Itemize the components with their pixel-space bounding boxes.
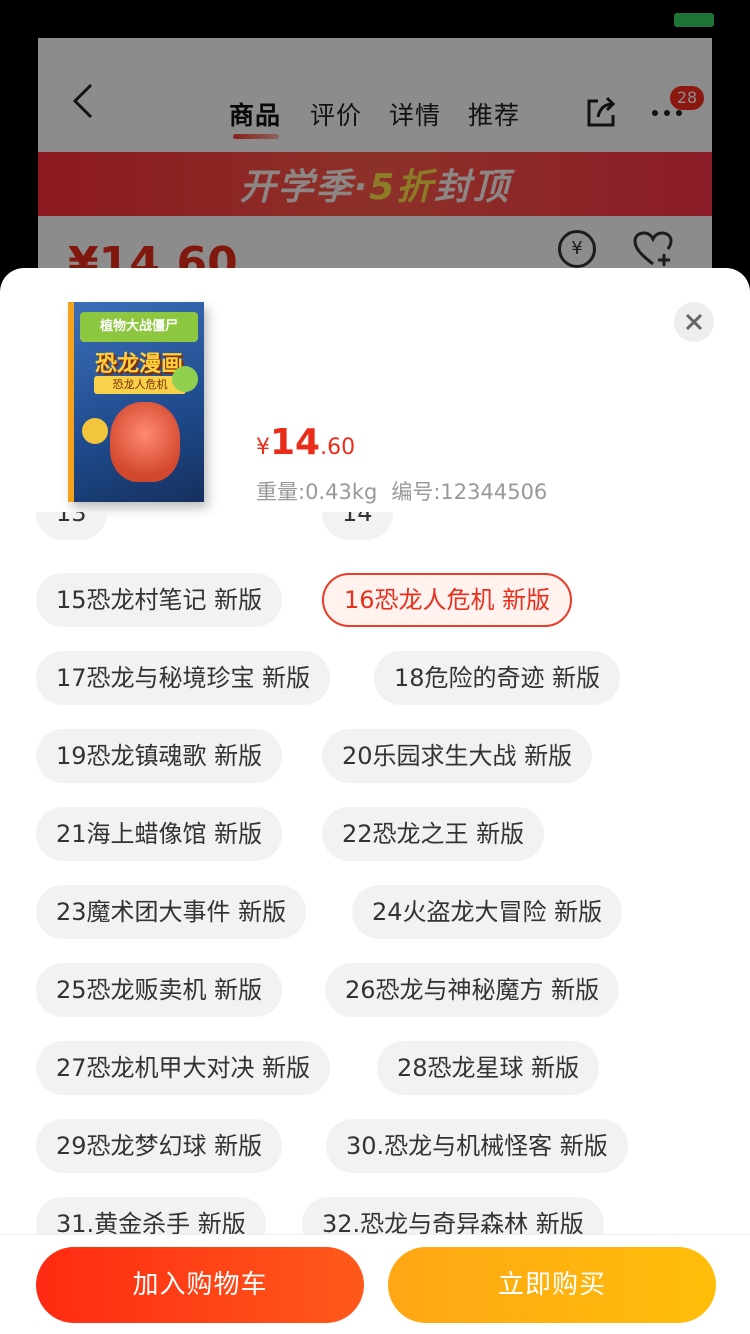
option-chip-27[interactable]: 27恐龙机甲大对决 新版: [36, 1041, 331, 1095]
add-to-cart-button[interactable]: 加入购物车: [36, 1247, 364, 1323]
option-chip-25[interactable]: 25恐龙贩卖机 新版: [36, 963, 283, 1017]
option-chip-14[interactable]: 14: [322, 512, 393, 540]
buy-now-button[interactable]: 立即购买: [388, 1247, 716, 1323]
sku-label: 编号:12344506: [391, 480, 548, 504]
product-meta: 重量:0.43kg 编号:12344506: [256, 476, 547, 506]
option-chip-24[interactable]: 24火盗龙大冒险 新版: [352, 885, 623, 939]
option-chip-16-selected[interactable]: 16恐龙人危机 新版: [322, 573, 573, 627]
option-chip-32[interactable]: 32.恐龙与奇异森林 新版: [302, 1197, 604, 1234]
option-chip-19[interactable]: 19恐龙镇魂歌 新版: [36, 729, 283, 783]
sheet-price: ¥14.60: [256, 422, 356, 463]
option-chip-13[interactable]: 13: [36, 512, 107, 540]
option-chip-17[interactable]: 17恐龙与秘境珍宝 新版: [36, 651, 331, 705]
option-chip-31[interactable]: 31.黄金杀手 新版: [36, 1197, 266, 1234]
action-bar: 加入购物车 立即购买: [0, 1234, 750, 1334]
option-chip-22[interactable]: 22恐龙之王 新版: [322, 807, 545, 861]
option-chip-21[interactable]: 21海上蜡像馆 新版: [36, 807, 283, 861]
product-cover-image: 植物大战僵尸 恐龙漫画 恐龙人危机: [68, 302, 204, 502]
options-list[interactable]: 13 14 15恐龙村笔记 新版 16恐龙人危机 新版 17恐龙与秘境珍宝 新版…: [0, 512, 750, 1234]
sku-sheet: 植物大战僵尸 恐龙漫画 恐龙人危机 ¥14.60 重量:0.43kg 编号:123…: [0, 268, 750, 1334]
option-chip-18[interactable]: 18危险的奇迹 新版: [374, 651, 621, 705]
option-chip-15[interactable]: 15恐龙村笔记 新版: [36, 573, 283, 627]
close-icon: [685, 313, 703, 331]
weight-label: 重量:0.43kg: [256, 480, 378, 504]
option-chip-28[interactable]: 28恐龙星球 新版: [377, 1041, 600, 1095]
option-chip-30[interactable]: 30.恐龙与机械怪客 新版: [326, 1119, 628, 1173]
option-chip-20[interactable]: 20乐园求生大战 新版: [322, 729, 593, 783]
option-chip-29[interactable]: 29恐龙梦幻球 新版: [36, 1119, 283, 1173]
option-chip-26[interactable]: 26恐龙与神秘魔方 新版: [325, 963, 620, 1017]
option-chip-23[interactable]: 23魔术团大事件 新版: [36, 885, 307, 939]
close-button[interactable]: [674, 302, 714, 342]
